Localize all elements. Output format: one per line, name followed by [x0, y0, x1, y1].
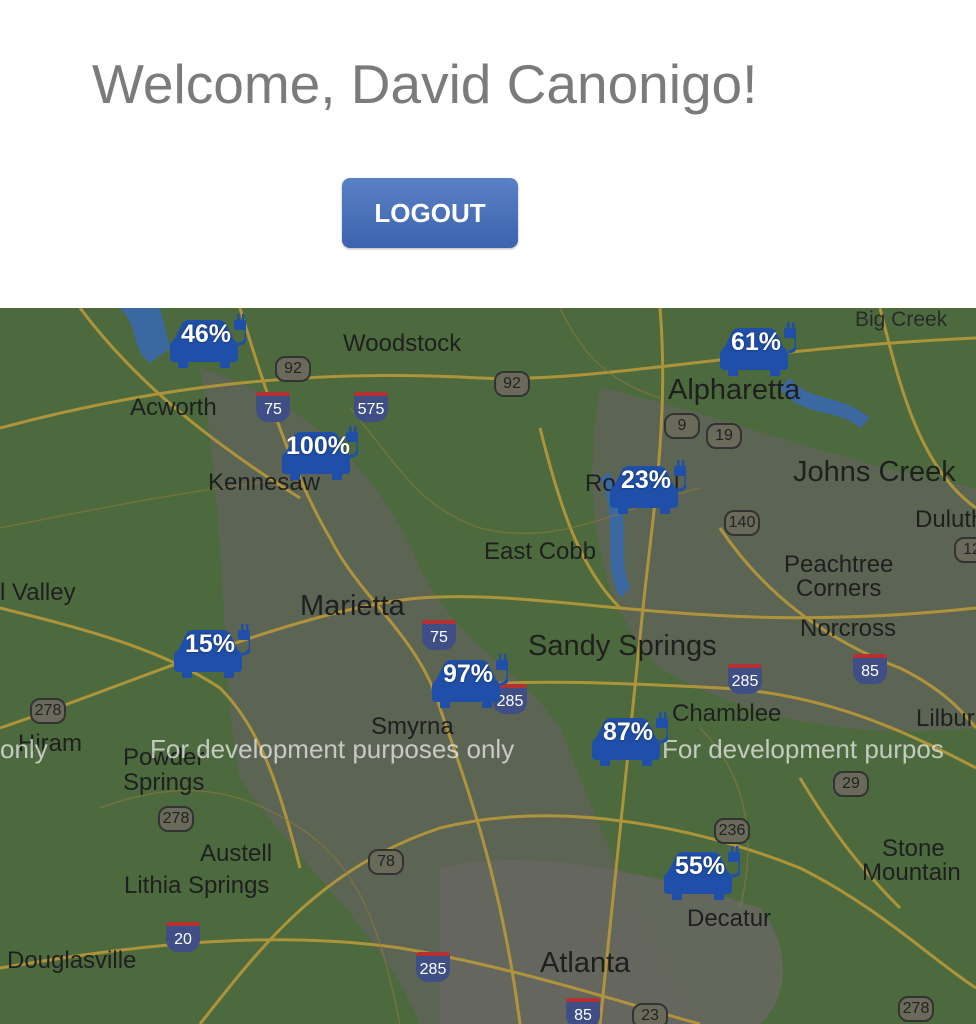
place-woodstock: Woodstock [343, 330, 462, 357]
place-big-creek: Big Creek [855, 308, 948, 331]
route-shield: 278 [30, 698, 66, 724]
ev-station-charge-label: 61% [730, 328, 782, 356]
ev-station-marker[interactable]: 15% [170, 624, 250, 680]
place-alpharetta: Alpharetta [668, 374, 801, 406]
place-sandy-springs: Sandy Springs [528, 630, 717, 662]
interstate-shield: 75 [256, 392, 290, 422]
ev-station-marker[interactable]: 100% [278, 426, 358, 482]
route-shield: 278 [158, 806, 194, 832]
route-shield: 12 [954, 537, 976, 563]
place-atlanta: Atlanta [540, 947, 631, 979]
route-shield: 23 [632, 1003, 668, 1024]
place-acworth: Acworth [130, 394, 217, 421]
place-marietta: Marietta [300, 590, 405, 622]
place-valley: l Valley [0, 579, 76, 606]
ev-station-marker[interactable]: 61% [716, 322, 796, 378]
welcome-heading: Welcome, David Canonigo! [92, 53, 758, 115]
place-duluth: Duluth [915, 506, 976, 533]
ev-station-marker[interactable]: 23% [606, 460, 686, 516]
route-shield: 278 [898, 996, 934, 1022]
route-shield: 92 [494, 371, 530, 397]
route-shield: 236 [714, 818, 750, 844]
route-shield: 92 [275, 356, 311, 382]
place-corners: Corners [796, 575, 882, 602]
ev-station-marker[interactable]: 87% [588, 712, 668, 768]
dev-watermark: For development purposes only [150, 734, 515, 764]
place-springs: Springs [123, 769, 205, 796]
ev-station-marker[interactable]: 97% [428, 654, 508, 710]
dev-watermark: For development purpos [662, 734, 944, 764]
place-austell: Austell [200, 840, 273, 867]
ev-station-marker[interactable]: 46% [166, 314, 246, 370]
header: Welcome, David Canonigo! LOGOUT [0, 0, 976, 308]
place-johns-creek: Johns Creek [793, 456, 956, 488]
place-lilburn: Lilbur [916, 705, 975, 732]
interstate-shield: 75 [422, 620, 456, 650]
ev-station-charge-label: 87% [602, 718, 654, 746]
ev-station-marker[interactable]: 55% [660, 846, 740, 902]
interstate-shield: 285 [416, 952, 450, 982]
route-shield: 29 [833, 771, 869, 797]
interstate-shield: 20 [166, 922, 200, 952]
place-decatur: Decatur [687, 905, 772, 932]
ev-station-charge-label: 23% [620, 466, 672, 494]
interstate-shield: 285 [728, 664, 762, 694]
place-lithia-springs: Lithia Springs [124, 872, 270, 899]
place-mountain: Mountain [862, 859, 961, 886]
ev-station-charge-label: 55% [674, 852, 726, 880]
ev-station-charge-label: 100% [286, 432, 350, 460]
dev-watermark: only [0, 734, 48, 764]
logout-button[interactable]: LOGOUT [342, 178, 518, 248]
route-shield: 78 [368, 849, 404, 875]
ev-station-charge-label: 97% [442, 660, 494, 688]
interstate-shield: 575 [354, 392, 388, 422]
interstate-shield: 85 [853, 654, 887, 684]
ev-station-charge-label: 15% [184, 630, 236, 658]
place-douglasville: Douglasville [7, 947, 137, 974]
place-chamblee: Chamblee [672, 700, 782, 727]
route-shield: 19 [706, 423, 742, 449]
route-shield: 140 [724, 510, 760, 536]
ev-station-charge-label: 46% [180, 320, 232, 348]
place-norcross: Norcross [800, 615, 897, 642]
map-view[interactable]: Woodstock Acworth Kennesaw Big Creek Alp… [0, 308, 976, 1024]
route-shield: 9 [664, 413, 700, 439]
interstate-shield: 85 [566, 998, 600, 1024]
place-east-cobb: East Cobb [484, 538, 597, 565]
